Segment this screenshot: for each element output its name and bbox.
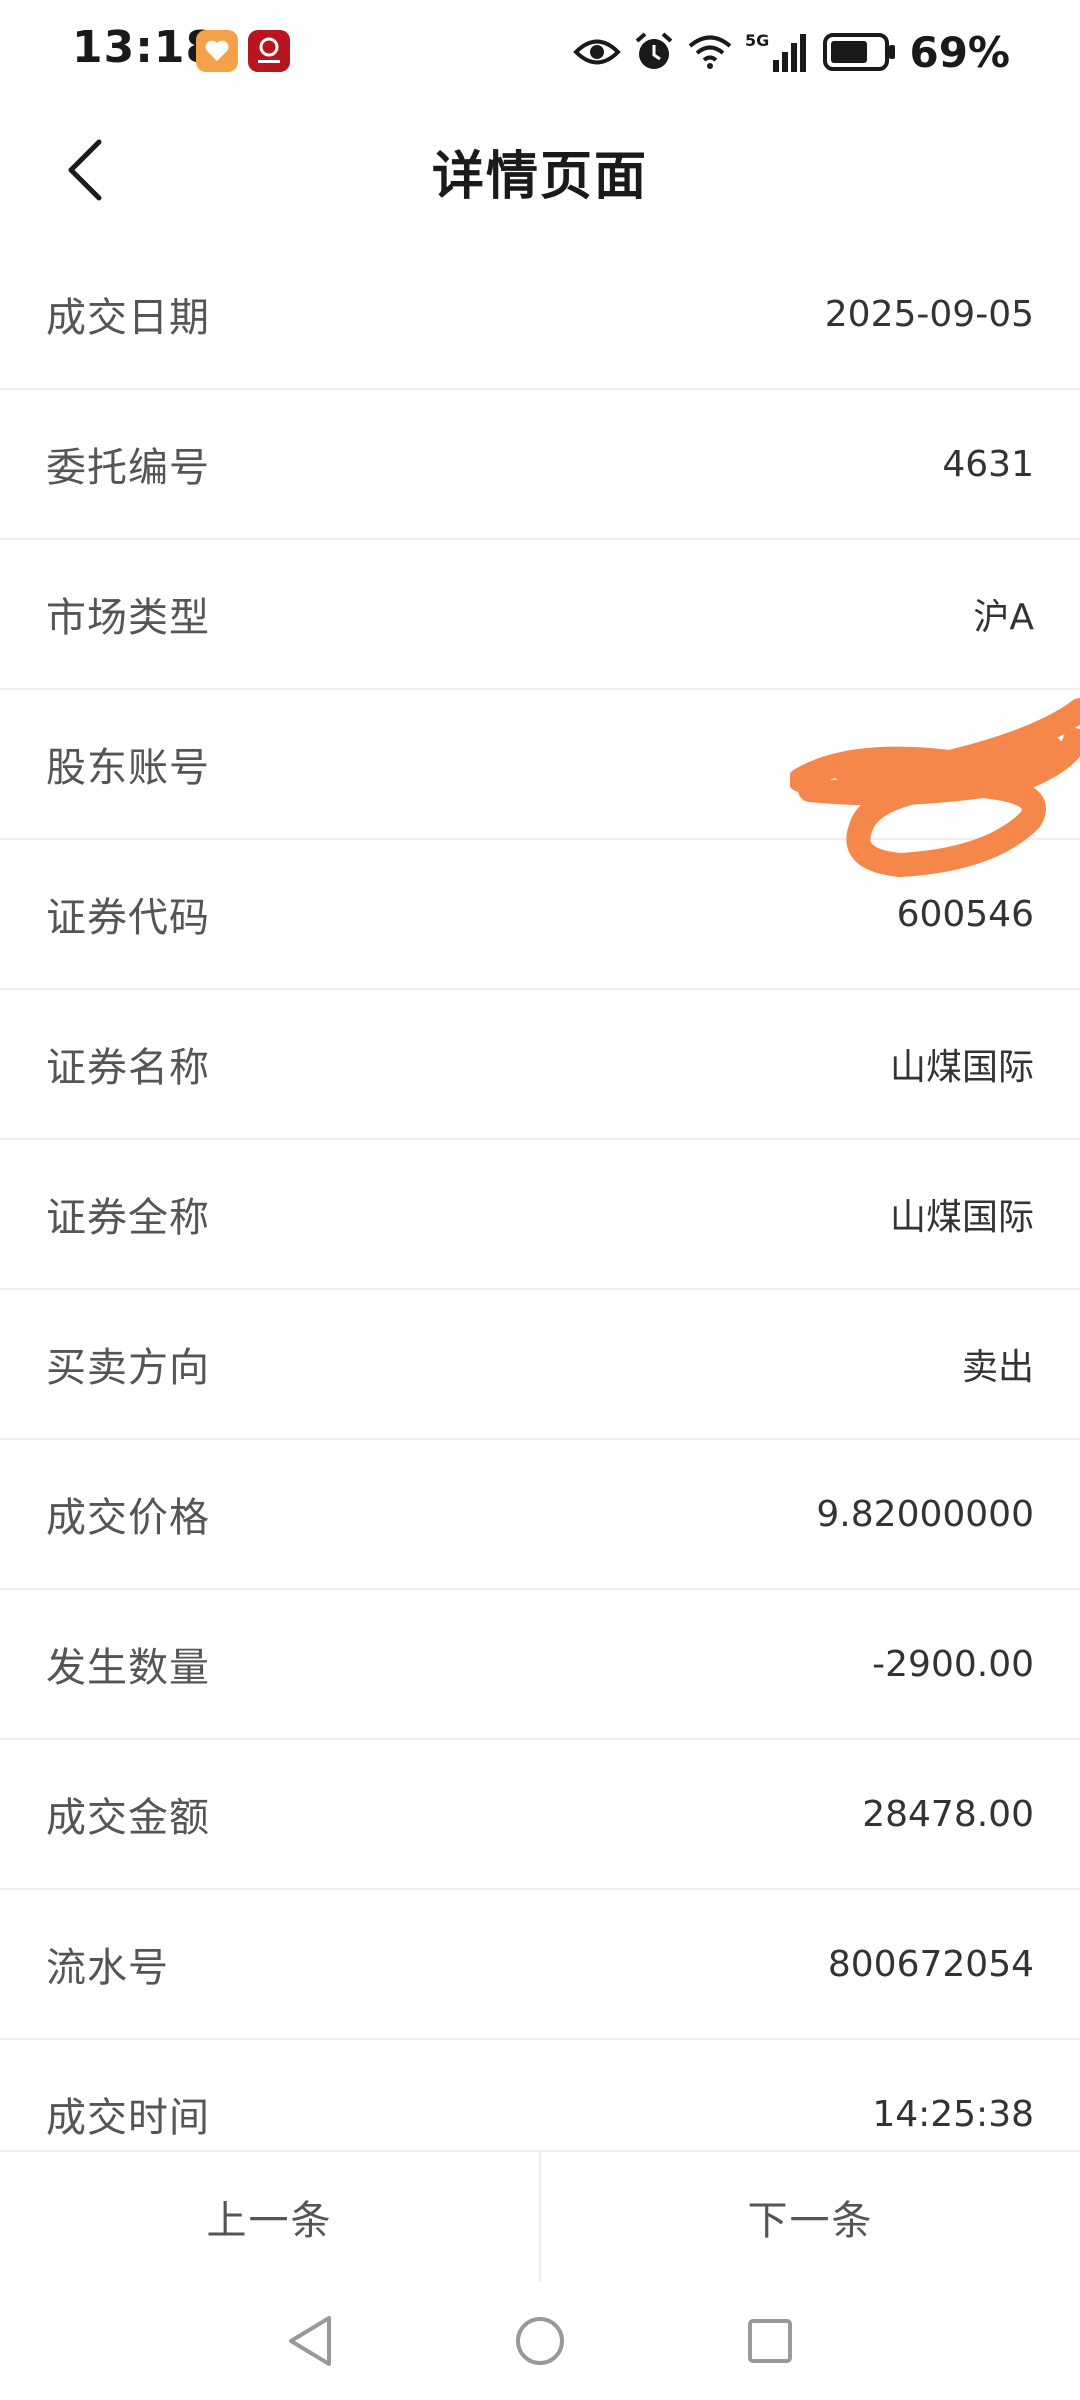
system-navigation [0,2282,1080,2400]
row-value: -2900.00 [872,1643,1034,1685]
detail-row-security-full-name: 证券全称 山煤国际 [0,1140,1080,1290]
row-value: 沪A [973,597,1034,638]
battery-icon [823,33,897,71]
next-record-button[interactable]: 下一条 [541,2152,1080,2282]
row-label: 发生数量 [46,1645,210,1691]
detail-row-trade-price: 成交价格 9.82000000 [0,1440,1080,1590]
row-value: 600546 [896,893,1034,935]
row-value: 9.82000000 [816,1493,1034,1535]
bottom-navigation: 上一条 下一条 [0,2150,1080,2282]
row-label: 流水号 [46,1945,169,1991]
detail-row-quantity: 发生数量 -2900.00 [0,1590,1080,1740]
detail-row-trade-direction: 买卖方向 卖出 [0,1290,1080,1440]
system-home-button[interactable] [500,2301,580,2381]
battery-percent: 69% [909,27,1010,77]
row-label: 市场类型 [46,595,210,641]
eye-icon [573,35,622,69]
broker-app-icon [248,30,290,72]
row-value: 4631 [942,443,1034,485]
prev-record-button[interactable]: 上一条 [0,2152,541,2282]
detail-list[interactable]: 成交日期 2025-09-05 委托编号 4631 市场类型 沪A 股东账号 证… [0,240,1080,2150]
row-label: 证券全称 [46,1195,210,1241]
detail-row-trade-date: 成交日期 2025-09-05 [0,240,1080,390]
row-label: 成交金额 [46,1795,210,1841]
detail-row-market-type: 市场类型 沪A [0,540,1080,690]
wifi-icon [687,33,733,71]
system-back-button[interactable] [270,2301,350,2381]
circle-home-icon [516,2317,564,2365]
app-notification-icon [196,30,238,72]
detail-row-security-name: 证券名称 山煤国际 [0,990,1080,1140]
detail-row-trade-amount: 成交金额 28478.00 [0,1740,1080,1890]
row-label: 委托编号 [46,445,210,491]
row-value: 2025-09-05 [824,293,1034,335]
redaction-scribble [790,698,1080,877]
row-label: 成交价格 [46,1495,210,1541]
app-header: 详情页面 [0,100,1080,240]
square-recents-icon [748,2319,792,2363]
row-value: 28478.00 [862,1793,1034,1835]
detail-row-order-id: 委托编号 4631 [0,390,1080,540]
detail-row-serial-number: 流水号 800672054 [0,1890,1080,2040]
row-label: 成交时间 [46,2095,210,2141]
status-icons: 5G 69% [573,24,1010,80]
row-label: 股东账号 [46,745,210,791]
alarm-icon [633,31,675,73]
system-recents-button[interactable] [730,2301,810,2381]
row-label: 买卖方向 [46,1345,210,1391]
page-title: 详情页面 [431,147,648,207]
row-value: 14:25:38 [872,2093,1034,2135]
network-type-label: 5G [745,31,769,50]
detail-row-trade-time: 成交时间 14:25:38 [0,2040,1080,2150]
row-label: 成交日期 [46,295,210,341]
triangle-back-icon [289,2316,331,2366]
row-label: 证券代码 [46,895,210,941]
row-value: 卖出 [961,1347,1034,1388]
status-bar: 13:18 5G 69% [0,0,1080,100]
row-value: 山煤国际 [889,1197,1034,1238]
row-value: 800672054 [827,1943,1034,1985]
signal-icon: 5G [745,30,811,74]
row-label: 证券名称 [46,1045,210,1091]
row-value: 山煤国际 [889,1047,1034,1088]
